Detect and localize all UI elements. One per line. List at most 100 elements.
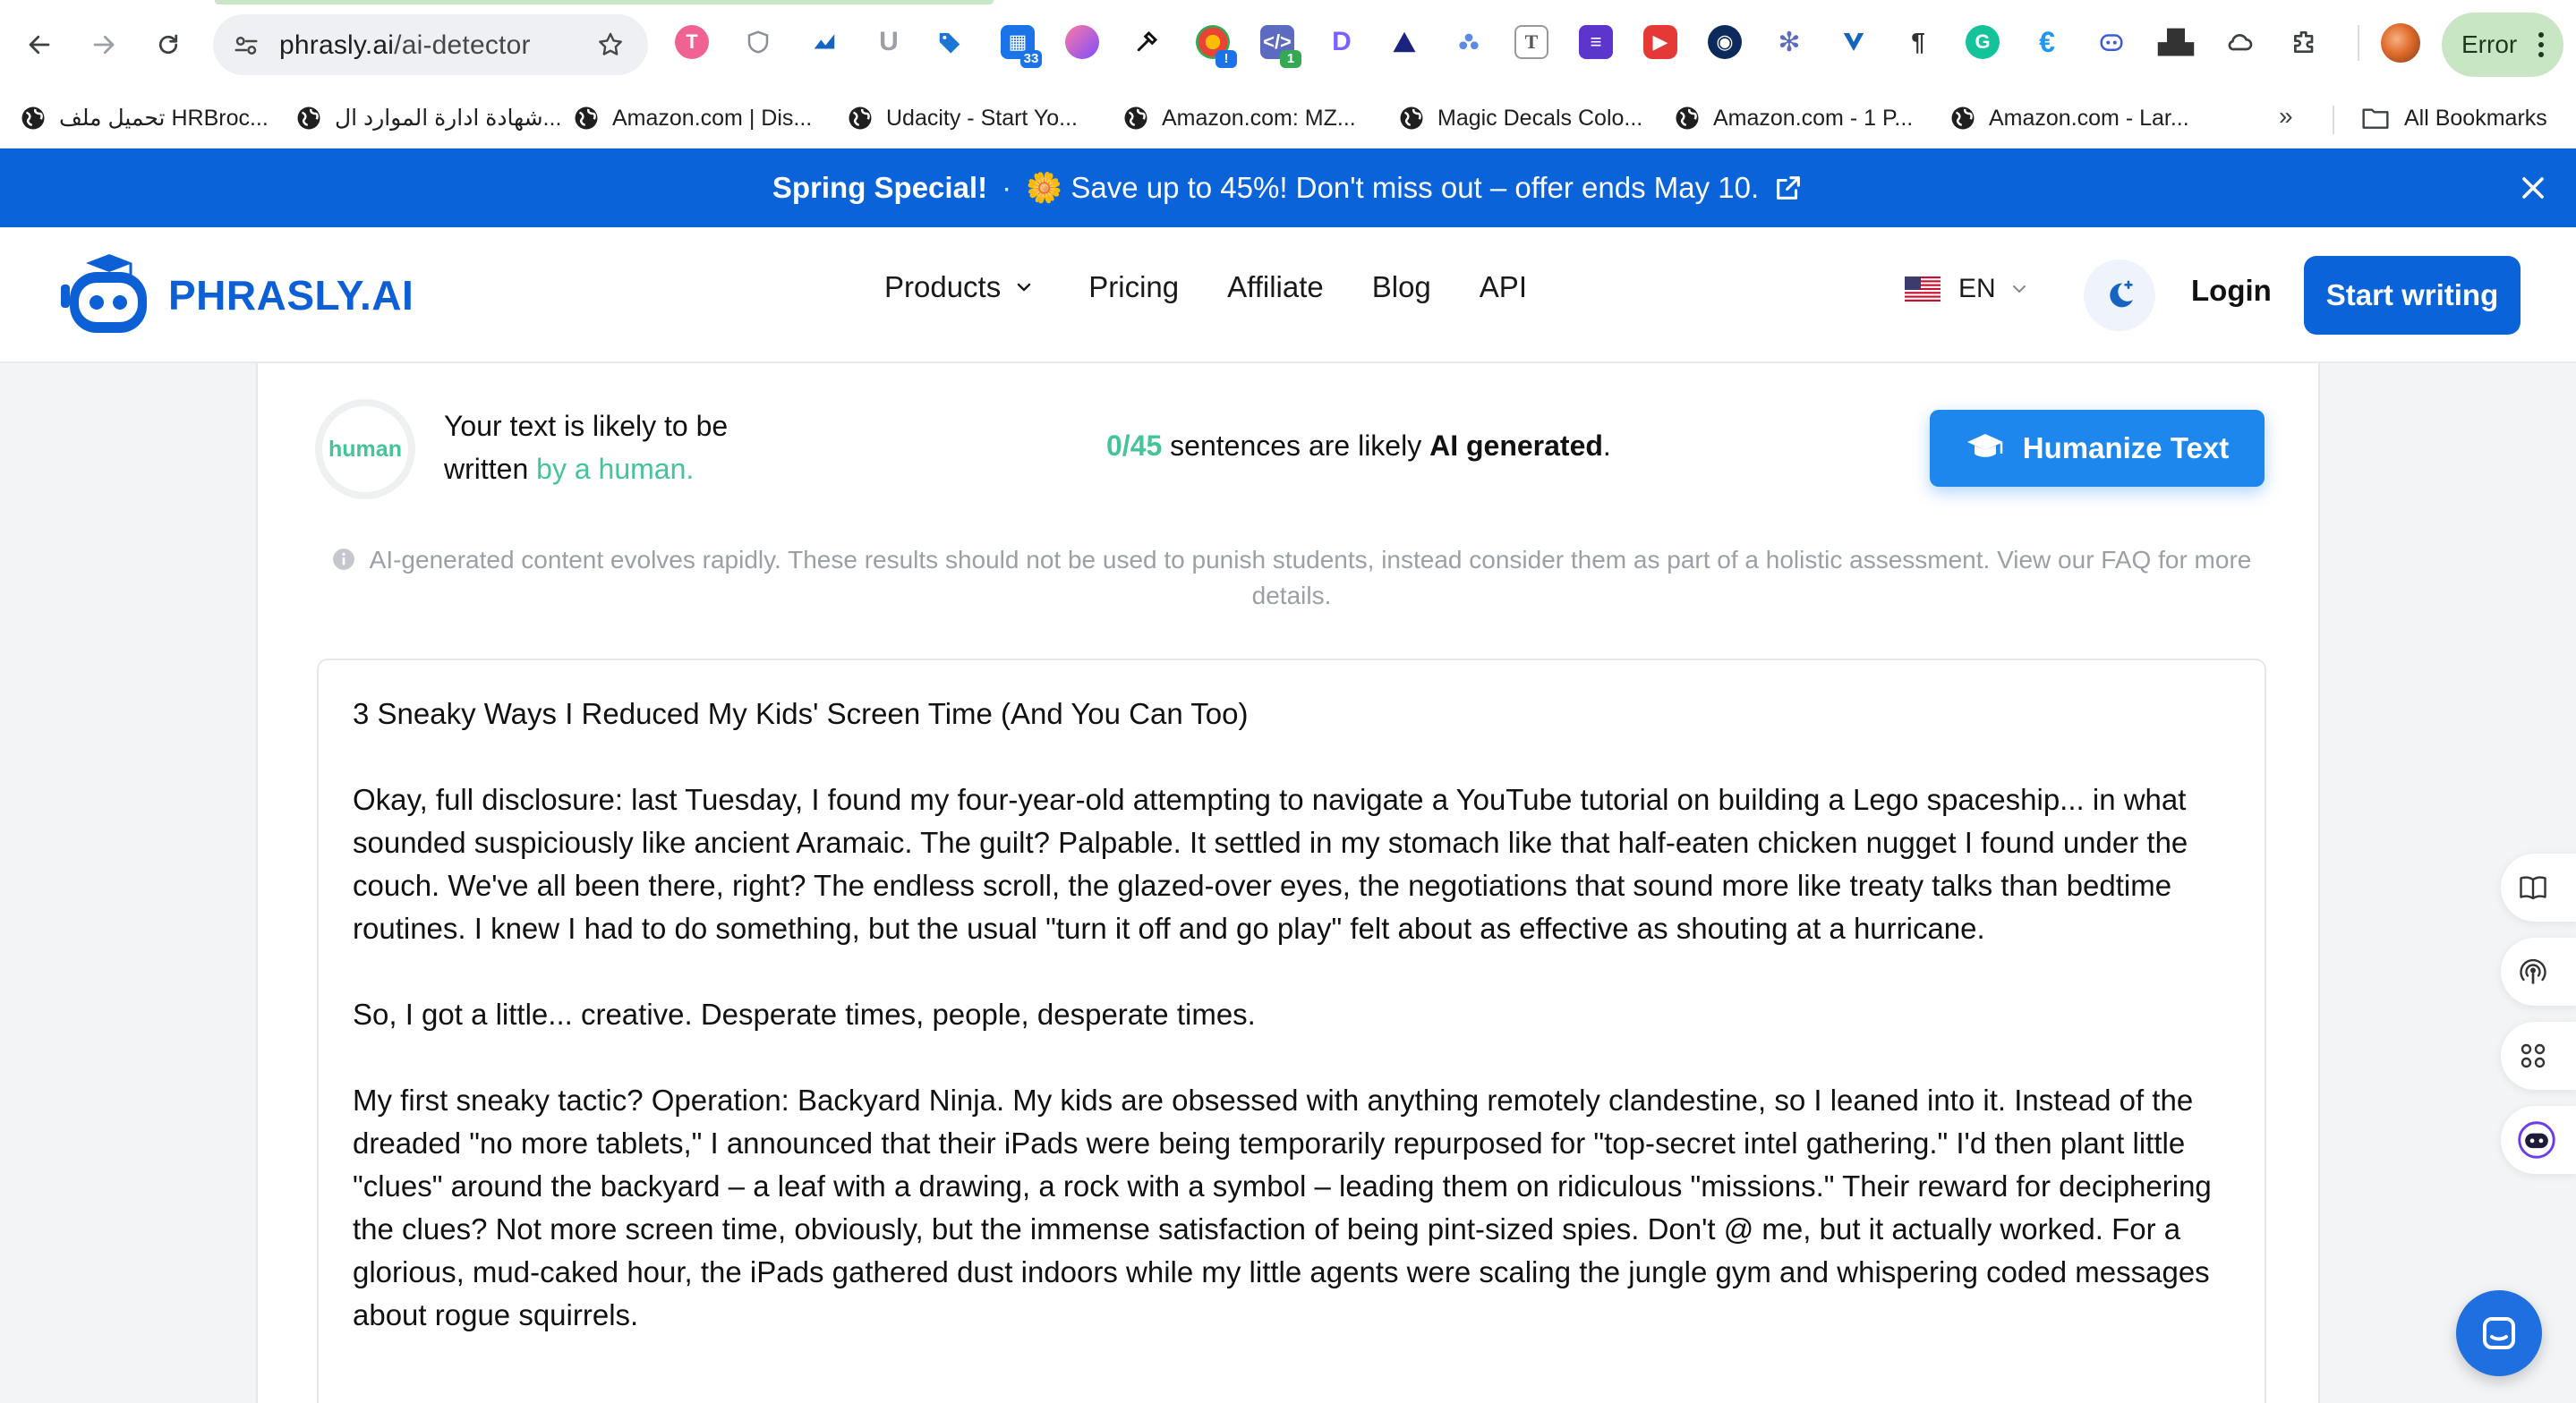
score-gauge: human (315, 399, 415, 499)
extension-cluster-icon[interactable] (1452, 25, 1486, 59)
assistant-button[interactable] (2501, 1106, 2576, 1174)
verdict-text: Your text is likely to be written by a h… (444, 410, 729, 485)
bookmark-item[interactable]: Amazon.com | Dis... (573, 97, 812, 140)
extension-triangle-icon[interactable] (1387, 25, 1421, 59)
extension-d-icon[interactable]: D (1325, 25, 1359, 59)
extension-tag-icon[interactable] (933, 25, 967, 59)
extension-shield-icon[interactable] (741, 25, 775, 59)
bookmark-item[interactable]: تحميل ملف HRBroc... (20, 97, 269, 140)
gauge-label: human (328, 436, 402, 462)
promo-banner[interactable]: Spring Special! · 🌼 Save up to 45%! Don'… (0, 149, 2576, 227)
extension-v-icon[interactable] (1837, 25, 1871, 59)
globe-icon (1951, 106, 1975, 130)
robot-assistant-icon (2518, 1121, 2555, 1159)
podcast-button[interactable] (2501, 938, 2576, 1006)
chat-support-button[interactable] (2456, 1290, 2542, 1376)
active-tab-indicator (215, 0, 994, 4)
nav-blog[interactable]: Blog (1372, 270, 1431, 304)
command-button[interactable] (2501, 1022, 2576, 1090)
bookmark-item[interactable]: Amazon.com: MZ... (1122, 97, 1356, 140)
bookmark-item[interactable]: شهادة ادارة الموارد ال... (295, 97, 561, 140)
reload-button[interactable] (143, 20, 193, 70)
promo-title: Spring Special! (772, 171, 988, 204)
extension-t-icon[interactable]: T (675, 25, 709, 59)
site-header: PHRASLY.AI Products Pricing Affiliate Bl… (0, 227, 2576, 363)
extension-code-icon[interactable]: </> 1 (1260, 25, 1301, 68)
url-text: phrasly.ai/ai-detector (279, 30, 531, 60)
globe-icon (1124, 106, 1147, 130)
login-link[interactable]: Login (2191, 274, 2272, 308)
bookmark-item[interactable]: Amazon.com - 1 P... (1674, 97, 1913, 140)
logo-wordmark: PHRASLY.AI (168, 272, 414, 319)
floating-toolbar (2499, 854, 2576, 1174)
detector-result-card: human Your text is likely to be written … (256, 363, 2320, 1403)
external-link-icon[interactable] (1773, 173, 1804, 203)
bookmarks-bar: تحميل ملف HRBroc... شهادة ادارة الموارد … (0, 89, 2576, 149)
nav-affiliate[interactable]: Affiliate (1227, 270, 1324, 304)
extension-text-icon[interactable]: T (1514, 25, 1548, 59)
extension-robot-icon[interactable] (2094, 25, 2128, 59)
extension-sparkle-icon[interactable]: ✻ (1772, 25, 1806, 59)
more-bookmarks-button[interactable]: » (2279, 102, 2293, 131)
nav-pricing[interactable]: Pricing (1088, 270, 1179, 304)
globe-icon (575, 106, 598, 130)
cloud-icon[interactable] (2223, 25, 2257, 59)
humanize-text-button[interactable]: Humanize Text (1930, 410, 2265, 487)
theme-toggle-button[interactable] (2084, 259, 2155, 331)
extension-people-icon[interactable]: ▟▙ (2158, 25, 2194, 59)
main-nav: Products Pricing Affiliate Blog API (884, 270, 1527, 304)
globe-icon (1676, 106, 1699, 130)
info-icon (332, 548, 354, 570)
extension-form-icon[interactable]: ≡ (1579, 25, 1613, 59)
profile-avatar[interactable] (2381, 23, 2420, 63)
podcast-icon (2520, 958, 2546, 984)
extensions-puzzle-icon[interactable] (2288, 25, 2322, 59)
extension-alert-icon[interactable]: ! (1196, 25, 1237, 68)
analyzed-text-box[interactable]: 3 Sneaky Ways I Reduced My Kids' Screen … (317, 659, 2266, 1403)
bookmark-item[interactable]: Magic Decals Colo... (1398, 97, 1642, 140)
nav-api[interactable]: API (1480, 270, 1527, 304)
extension-c-icon[interactable]: € (2030, 25, 2064, 59)
globe-icon (297, 106, 320, 130)
disclaimer-text: AI-generated content evolves rapidly. Th… (317, 542, 2266, 614)
chevron-down-icon (2012, 285, 2026, 293)
graduation-cap-icon (1966, 434, 2003, 457)
grammarly-icon[interactable]: G (1966, 25, 2000, 59)
language-selector[interactable]: EN (1905, 274, 2030, 304)
folder-icon (2362, 108, 2389, 129)
eyedropper-icon[interactable] (1130, 25, 1164, 59)
arrow-left-icon (29, 35, 50, 55)
extension-record-icon[interactable]: ▶ (1643, 25, 1677, 59)
robot-logo-icon (61, 254, 147, 333)
promo-text: 🌼 Save up to 45%! Don't miss out – offer… (1026, 170, 1760, 204)
chat-icon (2483, 1317, 2515, 1349)
reader-button[interactable] (2501, 854, 2576, 922)
nav-products[interactable]: Products (884, 270, 1035, 304)
globe-icon (21, 106, 45, 130)
phrasly-logo[interactable]: PHRASLY.AI (55, 252, 414, 338)
close-icon[interactable] (2515, 170, 2551, 206)
document-paragraph: So, I got a little... creative. Desperat… (353, 998, 1256, 1031)
browser-toolbar: phrasly.ai/ai-detector T U ▦ 33 ! </> 1 D … (0, 0, 2576, 89)
arrow-right-icon (93, 35, 115, 55)
forward-button[interactable] (79, 20, 129, 70)
toolbar-separator (2358, 25, 2359, 61)
extension-circle-icon[interactable] (1065, 25, 1099, 59)
extension-alien-icon[interactable]: ◉ (1708, 25, 1742, 59)
command-icon (2521, 1043, 2546, 1068)
all-bookmarks-button[interactable]: All Bookmarks (2361, 97, 2547, 140)
site-settings-icon[interactable] (233, 32, 260, 59)
profile-error-button[interactable]: Error (2442, 13, 2563, 77)
bookmark-item[interactable]: Udacity - Start Yo... (847, 97, 1078, 140)
bookmark-item[interactable]: Amazon.com - Lar... (1949, 97, 2189, 140)
us-flag-icon (1905, 276, 1941, 302)
start-writing-button[interactable]: Start writing (2304, 256, 2521, 335)
address-bar[interactable]: phrasly.ai/ai-detector (213, 14, 648, 75)
extension-paragraph-icon[interactable]: ¶ (1901, 25, 1935, 59)
extension-chart-icon[interactable] (807, 25, 841, 59)
extension-u-icon[interactable]: U (872, 25, 906, 59)
back-button[interactable] (14, 20, 64, 70)
globe-icon (1400, 106, 1423, 130)
extension-calendar-icon[interactable]: ▦ 33 (1001, 25, 1042, 68)
bookmark-star-icon[interactable] (596, 30, 625, 59)
